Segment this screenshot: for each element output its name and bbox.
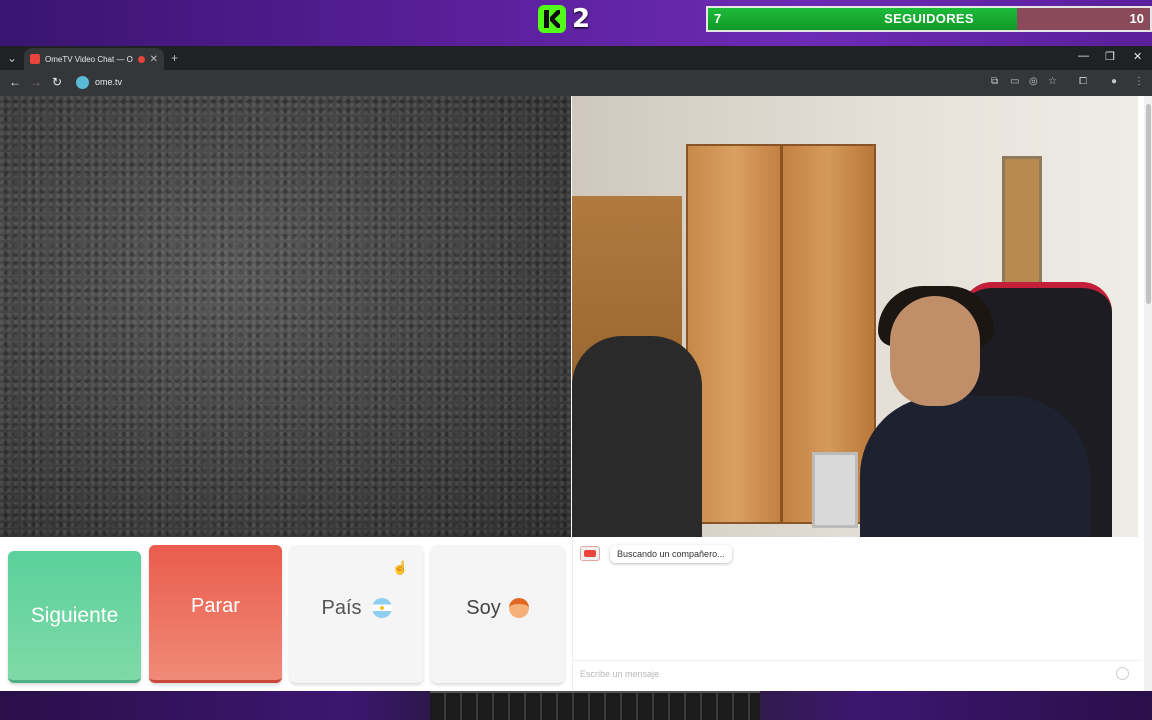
url-text[interactable]: ome.tv [95,77,122,87]
menu-kebab-icon[interactable]: ⋮ [1134,76,1144,87]
kick-badge: 2 [538,3,590,35]
back-icon[interactable]: ← [9,75,21,89]
eye-off-icon[interactable]: ◎ [1029,76,1038,87]
site-info-icon[interactable] [76,76,89,89]
restore-icon[interactable]: ❐ [1105,50,1115,63]
extensions-icon[interactable]: ⧠ [1079,76,1087,87]
ometv-logo-icon [580,546,600,561]
hand-cursor-icon: ☝ [392,560,409,575]
page-scrollbar-thumb[interactable] [1146,104,1151,304]
goal-target: 10 [1129,11,1144,26]
stream-overlay-top: 2 7 SEGUIDORES 10 [0,0,1152,46]
tab-search-icon[interactable]: ⌄ [7,50,17,66]
chat-panel: Buscando un compañero... Escribe un mens… [572,537,1139,691]
kick-count: 2 [572,4,591,34]
message-input[interactable]: Escribe un mensaje [573,660,1139,686]
chat-controls: Siguiente Parar País Soy [0,537,571,691]
stop-button[interactable]: Parar [149,545,282,683]
stop-button-label: Parar [191,595,240,617]
cast-icon[interactable]: ▭ [1010,76,1019,87]
follower-goal-bar: 7 SEGUIDORES 10 [706,6,1152,32]
tab-title: OmeTV Video Chat — Ome [45,54,133,64]
bookmark-star-icon[interactable]: ☆ [1048,76,1057,87]
tab-close-icon[interactable]: ✕ [150,54,158,65]
partner-video-static [0,96,571,537]
gender-button[interactable]: Soy [431,545,564,683]
browser-toolbar: ← → ↻ ome.tv ⧉ ▭ ◎ ☆ ⧠ ● ⋮ [0,70,1152,96]
ometv-page: Siguiente Parar País Soy Buscando un com… [0,96,1144,691]
stream-overlay-bottom [0,691,1152,720]
emoji-icon[interactable] [1116,667,1129,680]
recording-icon [137,55,145,63]
browser-tab-bar: ⌄ OmeTV Video Chat — Ome ✕ + — ❐ ✕ [0,46,1152,70]
keyboard-backdrop [430,691,760,720]
browser-tab[interactable]: OmeTV Video Chat — Ome ✕ [24,48,164,70]
ometv-favicon-icon [30,54,40,64]
minimize-icon[interactable]: — [1078,50,1089,62]
argentina-flag-icon [371,598,392,618]
close-window-icon[interactable]: ✕ [1133,50,1142,63]
next-button[interactable]: Siguiente [8,551,141,683]
new-tab-button[interactable]: + [171,50,178,66]
profile-avatar-icon[interactable]: ● [1111,76,1117,87]
message-input-placeholder: Escribe un mensaje [580,669,660,679]
boy-emoji-icon [508,598,529,618]
goal-label: SEGUIDORES [884,11,974,26]
kick-logo-icon [538,5,566,33]
forward-icon[interactable]: → [30,75,42,89]
translate-icon[interactable]: ⧉ [991,76,998,87]
next-button-label: Siguiente [30,603,119,627]
gender-button-label: Soy [466,596,501,619]
reload-icon[interactable]: ↻ [52,75,62,89]
country-button-label: País [321,596,362,619]
own-webcam-video [572,96,1138,537]
chat-status-message: Buscando un compañero... [610,545,732,563]
